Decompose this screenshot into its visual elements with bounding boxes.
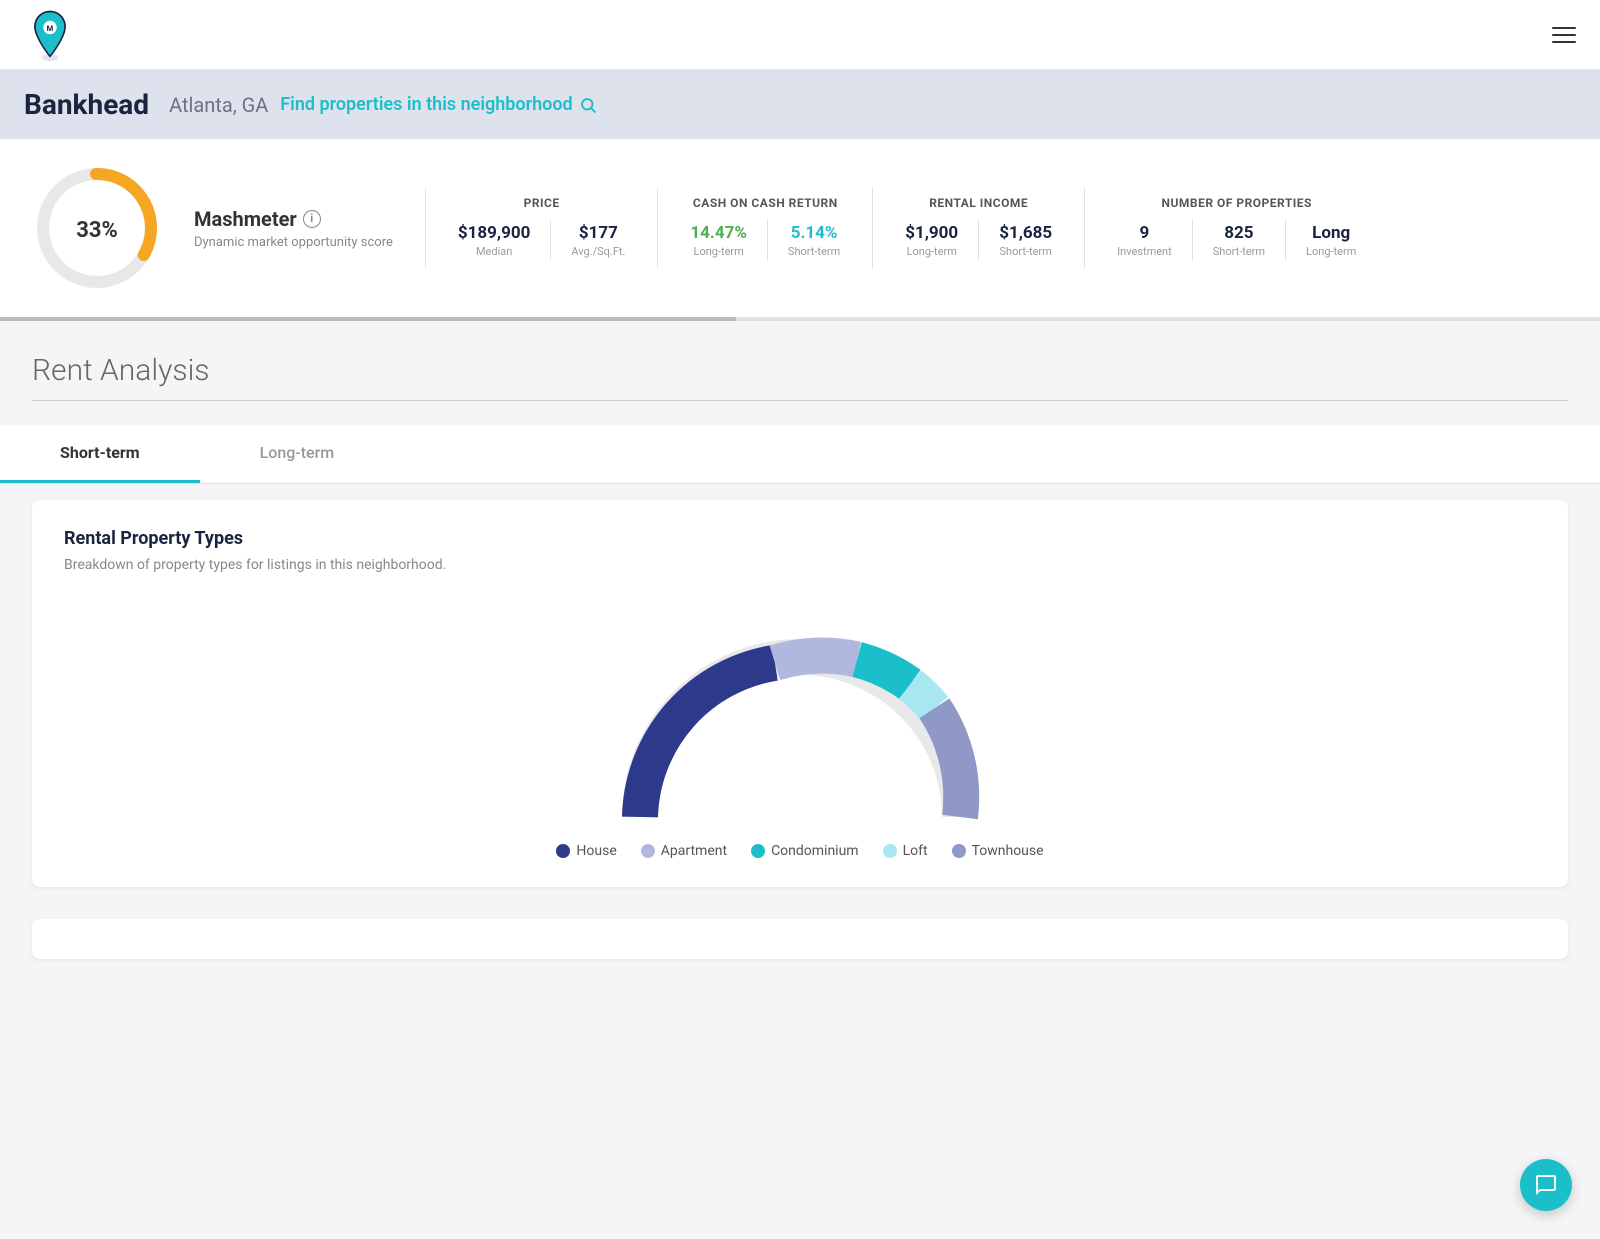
legend-label-townhouse: Townhouse	[972, 843, 1044, 859]
tabs-container: Short-term Long-term	[0, 425, 1600, 484]
legend-dot-house	[556, 844, 570, 858]
stat-rental-income: RENTAL INCOME $1,900 Long-term $1,685 Sh…	[905, 196, 1052, 260]
chat-button[interactable]	[1520, 1159, 1572, 1211]
stat-rental-shortterm: $1,685 Short-term	[999, 223, 1052, 258]
stat-rental-values: $1,900 Long-term $1,685 Short-term	[905, 220, 1052, 260]
stat-num-longterm: Long Long-term	[1306, 223, 1356, 258]
legend-dot-condominium	[751, 844, 765, 858]
property-types-card: Rental Property Types Breakdown of prope…	[32, 500, 1568, 887]
legend-loft: Loft	[883, 843, 928, 859]
stat-cash-longterm: 14.47% Long-term	[690, 223, 747, 258]
stat-price-title: PRICE	[524, 196, 560, 210]
rent-analysis-title: Rent Analysis	[32, 353, 1568, 388]
legend-label-condominium: Condominium	[771, 843, 859, 859]
header-banner: Bankhead Atlanta, GA Find properties in …	[0, 70, 1600, 139]
info-icon[interactable]: i	[303, 210, 321, 228]
legend-apartment: Apartment	[641, 843, 727, 859]
stats-divider-2	[657, 188, 658, 268]
chart-container: House Apartment Condominium Loft Townhou…	[64, 597, 1536, 859]
find-properties-link[interactable]: Find properties in this neighborhood	[280, 94, 596, 115]
stat-cash-return: CASH ON CASH RETURN 14.47% Long-term 5.1…	[690, 196, 840, 260]
stat-rental-longterm: $1,900 Long-term	[905, 223, 958, 258]
mashmeter-info: Mashmeter i Dynamic market opportunity s…	[194, 207, 393, 250]
stat-num-properties: NUMBER OF PROPERTIES 9 Investment 825 Sh…	[1117, 196, 1356, 260]
stat-num-investment: 9 Investment	[1117, 223, 1172, 258]
mashmeter-gauge: 33%	[32, 163, 162, 293]
legend-condominium: Condominium	[751, 843, 859, 859]
stat-cash-values: 14.47% Long-term 5.14% Short-term	[690, 220, 840, 260]
stat-num-title: NUMBER OF PROPERTIES	[1162, 196, 1312, 210]
rent-analysis-divider	[32, 400, 1568, 401]
bottom-hint	[0, 919, 1600, 991]
legend-townhouse: Townhouse	[952, 843, 1044, 859]
mashmeter-section: 33% Mashmeter i Dynamic market opportuni…	[0, 139, 1600, 317]
legend-label-loft: Loft	[903, 843, 928, 859]
mashmeter-subtitle: Dynamic market opportunity score	[194, 235, 393, 250]
stat-median: $189,900 Median	[458, 223, 530, 258]
chart-legend: House Apartment Condominium Loft Townhou…	[556, 843, 1043, 859]
bottom-hint-card	[32, 919, 1568, 959]
mashmeter-score: 33%	[76, 218, 118, 243]
stat-cash-shortterm: 5.14% Short-term	[788, 223, 840, 258]
stat-price: PRICE $189,900 Median $177 Avg./Sq.Ft.	[458, 196, 626, 260]
stat-num-values: 9 Investment 825 Short-term Long Long-te…	[1117, 220, 1356, 260]
stat-cash-title: CASH ON CASH RETURN	[693, 196, 838, 210]
stat-num-shortterm: 825 Short-term	[1213, 223, 1265, 258]
legend-label-house: House	[576, 843, 616, 859]
search-icon	[579, 96, 597, 114]
navbar: M	[0, 0, 1600, 70]
hamburger-menu[interactable]	[1552, 27, 1576, 43]
legend-dot-townhouse	[952, 844, 966, 858]
stats-divider-4	[1084, 188, 1085, 268]
legend-dot-apartment	[641, 844, 655, 858]
card-section: Rental Property Types Breakdown of prope…	[0, 484, 1600, 919]
donut-chart	[590, 597, 1010, 827]
logo-container: M	[24, 9, 76, 61]
neighborhood-name: Bankhead	[24, 88, 149, 121]
stats-divider-3	[872, 188, 873, 268]
rent-analysis-section: Rent Analysis	[0, 321, 1600, 401]
mashmeter-title: Mashmeter i	[194, 207, 393, 231]
stat-avg-sqft: $177 Avg./Sq.Ft.	[571, 223, 625, 258]
location-text: Atlanta, GA	[169, 93, 268, 117]
card-title: Rental Property Types	[64, 528, 1536, 549]
logo-icon: M	[24, 9, 76, 61]
stats-divider-1	[425, 188, 426, 268]
tab-long-term[interactable]: Long-term	[200, 425, 395, 483]
svg-text:M: M	[47, 23, 54, 32]
legend-house: House	[556, 843, 616, 859]
card-subtitle: Breakdown of property types for listings…	[64, 557, 1536, 573]
stat-rental-title: RENTAL INCOME	[929, 196, 1028, 210]
legend-dot-loft	[883, 844, 897, 858]
tab-short-term[interactable]: Short-term	[0, 425, 200, 483]
stat-price-values: $189,900 Median $177 Avg./Sq.Ft.	[458, 220, 626, 260]
legend-label-apartment: Apartment	[661, 843, 727, 859]
chat-icon	[1534, 1173, 1558, 1197]
